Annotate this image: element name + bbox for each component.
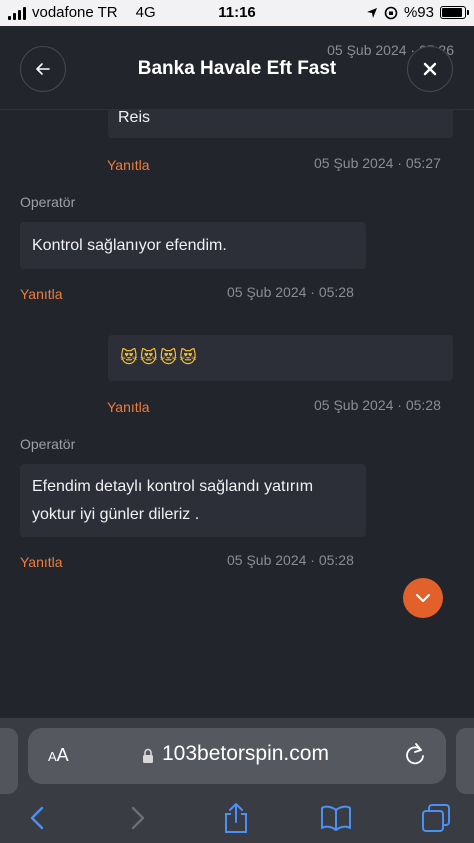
message-bubble: Kontrol sağlanıyor efendim.: [20, 222, 366, 269]
reader-options-button[interactable]: AA: [48, 745, 69, 766]
reply-link[interactable]: Yanıtla: [107, 157, 150, 173]
battery-icon: [440, 6, 469, 19]
chevron-left-icon: [30, 806, 44, 830]
message-bubble: Efendim detaylı kontrol sağlandı yatırım…: [20, 464, 366, 537]
back-nav-button[interactable]: [17, 800, 57, 836]
reply-link[interactable]: Yanıtla: [20, 554, 63, 570]
share-icon: [225, 803, 247, 833]
rotation-lock-icon: [384, 6, 398, 19]
message-bubble: 😻😻😻😻: [108, 335, 453, 381]
chat-messages: Reis Yanıtla 05 Şub 2024 · 05:27 Operatö…: [0, 110, 474, 718]
book-icon: [321, 805, 351, 831]
url-text: 103betorspin.com: [162, 742, 329, 765]
navigation-toolbar: [0, 798, 474, 843]
chevron-down-icon: [415, 593, 431, 603]
message-timestamp: 05 Şub 2024 · 05:27: [314, 155, 441, 171]
reply-link[interactable]: Yanıtla: [107, 399, 150, 415]
reply-link[interactable]: Yanıtla: [20, 286, 63, 302]
scroll-down-button[interactable]: [403, 578, 443, 618]
back-button[interactable]: [20, 46, 66, 92]
share-button[interactable]: [216, 800, 256, 836]
chevron-right-icon: [131, 806, 145, 830]
message-bubble: Reis: [108, 110, 453, 138]
address-bar[interactable]: AA 103betorspin.com: [28, 728, 446, 784]
message-text: Reis: [118, 110, 151, 126]
lock-icon: [143, 748, 153, 763]
forward-nav-button[interactable]: [118, 800, 158, 836]
tabs-button[interactable]: [416, 800, 456, 836]
message-timestamp: 05 Şub 2024 · 05:28: [227, 284, 354, 300]
chat-header: 05 Şub 2024 · 05:26 Banka Havale Eft Fas…: [0, 26, 474, 110]
message-timestamp: 05 Şub 2024 · 05:28: [314, 397, 441, 413]
previous-tab-preview[interactable]: [0, 728, 18, 794]
bookmarks-button[interactable]: [316, 800, 356, 836]
reload-icon[interactable]: [404, 742, 426, 766]
message-timestamp: 05 Şub 2024 · 05:28: [227, 552, 354, 568]
chevron-left-icon: [36, 63, 50, 75]
close-button[interactable]: [407, 46, 453, 92]
close-icon: [423, 62, 437, 76]
battery-label: %93: [403, 4, 434, 21]
next-tab-preview[interactable]: [456, 728, 474, 794]
message-text: Kontrol sağlanıyor efendim.: [32, 237, 227, 254]
tabs-icon: [422, 804, 450, 832]
message-text-line: Efendim detaylı kontrol sağlandı yatırım: [32, 478, 314, 495]
sender-label: Operatör: [20, 194, 76, 210]
message-text-line: yoktur iyi günler dileriz .: [32, 506, 200, 523]
status-bar: vodafone TR 4G 11:16 %93: [0, 0, 474, 26]
page-title: Banka Havale Eft Fast: [137, 58, 337, 79]
location-arrow-icon: [366, 7, 377, 18]
sender-label: Operatör: [20, 436, 76, 452]
emoji-message: 😻😻😻😻: [120, 348, 199, 368]
browser-toolbar: AA 103betorspin.com: [0, 718, 474, 843]
